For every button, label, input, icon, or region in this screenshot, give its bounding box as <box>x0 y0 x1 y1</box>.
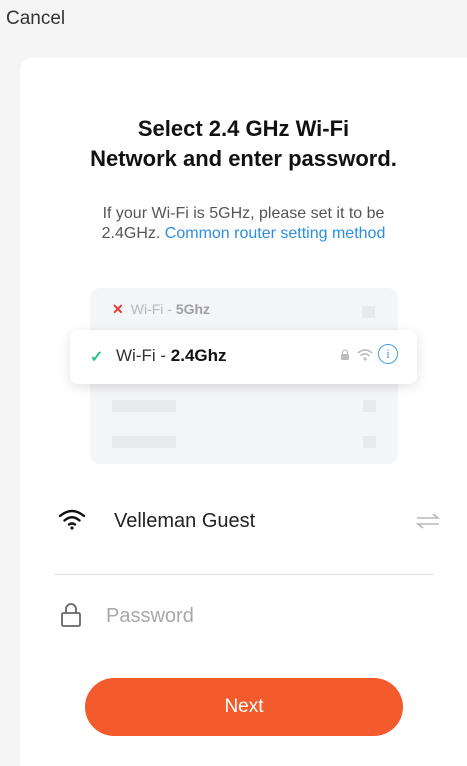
swap-arrows-icon[interactable] <box>414 512 442 530</box>
good-network-card: ✓ Wi-Fi - 2.4Ghz i <box>70 330 417 384</box>
page-title: Select 2.4 GHz Wi-Fi Network and enter p… <box>20 114 467 174</box>
bad-network-row: ✕ Wi-Fi - 5Ghz <box>112 301 210 318</box>
good-network-label: Wi-Fi - 2.4Ghz <box>116 346 227 366</box>
instructions-text: If your Wi-Fi is 5GHz, please set it to … <box>20 204 467 244</box>
password-field[interactable] <box>106 598 426 634</box>
wifi-icon <box>58 509 86 530</box>
placeholder-bar <box>112 400 176 412</box>
network-selector[interactable]: Velleman Guest <box>54 504 444 544</box>
good-network-prefix: Wi-Fi - <box>116 346 171 365</box>
divider <box>54 574 434 575</box>
placeholder-square <box>363 400 376 412</box>
network-name: Velleman Guest <box>114 510 256 532</box>
cancel-button[interactable]: Cancel <box>6 8 65 30</box>
check-icon: ✓ <box>90 349 104 366</box>
router-setting-link[interactable]: Common router setting method <box>165 225 386 242</box>
info-icon[interactable]: i <box>378 344 398 364</box>
bad-network-prefix: Wi-Fi - <box>130 301 176 317</box>
wifi-signal-icon <box>357 349 373 361</box>
password-row <box>54 598 444 638</box>
instructions-line-2: 2.4GHz. Common router setting method <box>20 224 467 244</box>
instructions-prefix: 2.4GHz. <box>101 225 161 242</box>
cross-icon: ✕ <box>112 301 124 317</box>
title-line-1: Select 2.4 GHz Wi-Fi <box>137 116 350 141</box>
placeholder-square <box>362 306 375 318</box>
bad-network-band: 5Ghz <box>175 301 211 317</box>
instructions-line-1: If your Wi-Fi is 5GHz, please set it to … <box>102 205 385 222</box>
title-line-2: Network and enter password. <box>90 146 397 171</box>
lock-icon <box>61 603 81 627</box>
main-card: Select 2.4 GHz Wi-Fi Network and enter p… <box>20 58 467 766</box>
lock-icon <box>341 349 349 360</box>
good-network-band: 2.4Ghz <box>170 346 227 365</box>
next-button[interactable]: Next <box>85 678 403 736</box>
placeholder-square <box>363 436 376 448</box>
placeholder-bar <box>112 436 176 448</box>
